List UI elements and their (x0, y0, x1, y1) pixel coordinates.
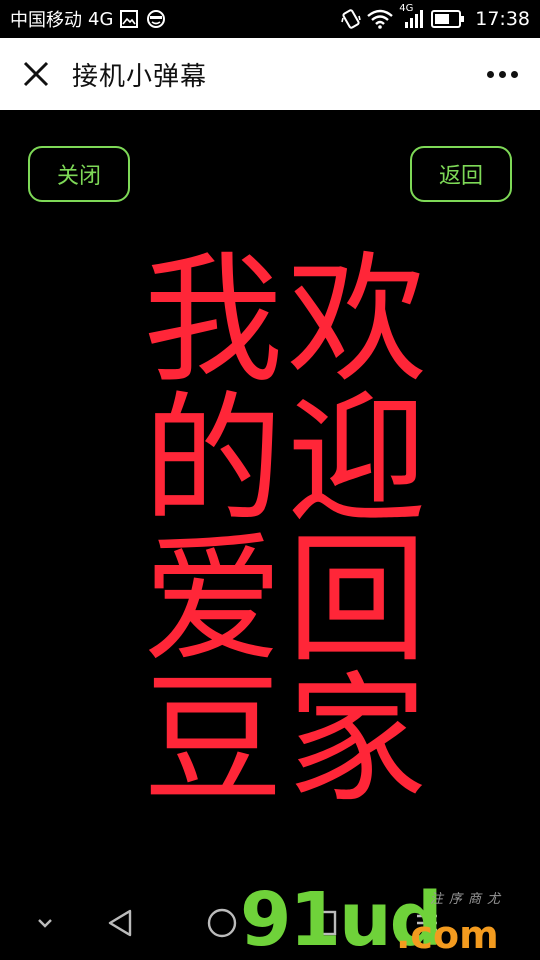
more-dot (486, 70, 494, 78)
banner-text-right: 欢迎回家 (263, 245, 426, 805)
title-bar: 接机小弹幕 (0, 38, 540, 110)
more-icon[interactable] (482, 38, 522, 110)
battery-icon (431, 10, 465, 28)
recents-square-icon[interactable] (304, 885, 344, 960)
danmaku-display: 关闭 返回 欢迎回家 我的爱豆 (0, 110, 540, 885)
close-icon[interactable] (0, 38, 72, 110)
carrier-name: 中国移动 (10, 10, 82, 31)
menu-icon[interactable] (410, 885, 444, 960)
image-icon (119, 9, 139, 29)
page-title: 接机小弹幕 (72, 61, 208, 92)
back-button[interactable]: 返回 (410, 146, 512, 202)
screen: 中国移动 4G 4G 17:38 接机小弹幕 关闭 返回 欢迎回家 我的爱豆 9… (0, 0, 540, 960)
navigation-bar (0, 885, 540, 960)
signal-icon: 4G (399, 3, 425, 29)
clock-time: 17:38 (475, 8, 530, 30)
signal-label: 4G (399, 3, 414, 14)
banner-text-left: 我的爱豆 (119, 245, 282, 805)
chevron-down-icon[interactable] (24, 885, 66, 960)
status-bar: 中国移动 4G 4G 17:38 (0, 0, 540, 38)
more-dot (510, 70, 518, 78)
home-circle-icon[interactable] (200, 885, 244, 960)
close-button[interactable]: 关闭 (28, 146, 130, 202)
status-left: 中国移动 4G (10, 6, 167, 32)
wifi-icon (367, 9, 394, 29)
more-dot (498, 70, 506, 78)
status-right: 4G 17:38 (341, 3, 530, 30)
face-icon (145, 9, 167, 29)
vibrate-icon (341, 8, 362, 30)
network-type: 4G (88, 8, 114, 30)
back-triangle-icon[interactable] (98, 885, 142, 960)
